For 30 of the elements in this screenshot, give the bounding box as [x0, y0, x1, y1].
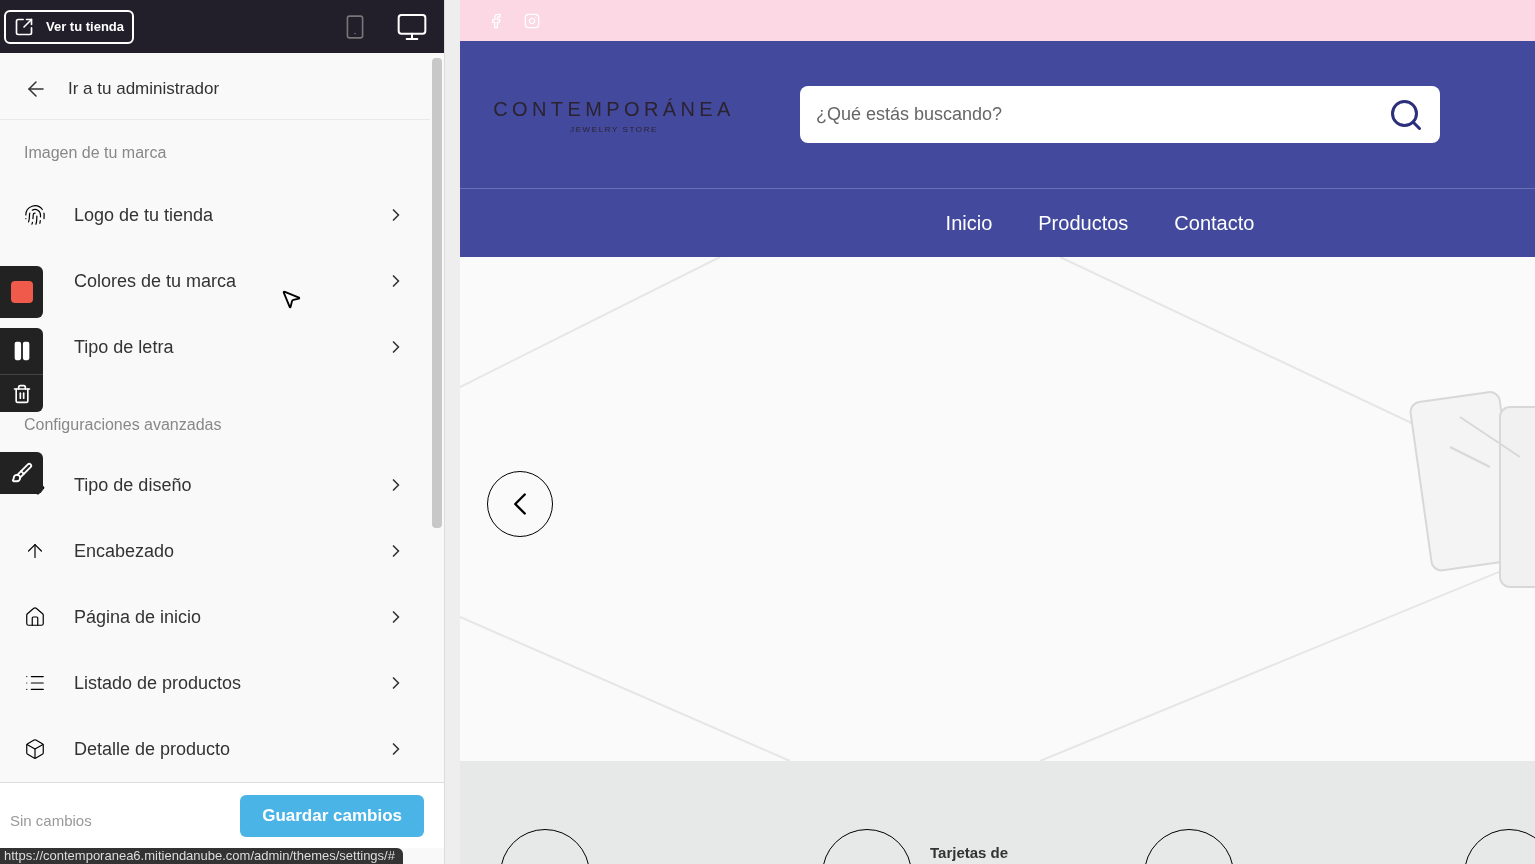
- nav-link[interactable]: Productos: [1038, 208, 1129, 238]
- stop-recording-button[interactable]: [0, 266, 43, 318]
- settings-item[interactable]: Logo de tu tienda: [74, 182, 406, 248]
- trash-icon: [11, 383, 32, 404]
- view-store-button[interactable]: Ver tu tienda: [4, 9, 135, 44]
- section-title: Configuraciones avanzadas: [24, 416, 222, 434]
- section-title: Imagen de tu marca: [24, 144, 167, 162]
- settings-item[interactable]: Tipo de diseño: [74, 452, 406, 518]
- stop-icon: [10, 281, 33, 303]
- settings-item[interactable]: Detalle de producto: [74, 716, 406, 782]
- external-link-icon: [14, 16, 34, 37]
- nav-link[interactable]: Inicio: [945, 208, 993, 238]
- home-icon: [24, 606, 46, 628]
- status-bar-url: https://contemporanea6.mitiendanube.com/admin/themes/settings/#: [0, 848, 403, 864]
- search-input[interactable]: ¿Qué estás buscando?: [816, 101, 1388, 128]
- back-link[interactable]: Ir a tu administrador: [0, 59, 430, 120]
- save-status: Sin cambios: [10, 811, 92, 832]
- search-field[interactable]: ¿Qué estás buscando?: [800, 86, 1440, 143]
- settings-item[interactable]: Tipo de letra: [74, 314, 406, 380]
- fingerprint-icon: [24, 204, 46, 226]
- cursor-icon: [280, 288, 302, 310]
- settings-item[interactable]: Colores de tu marca: [74, 248, 406, 314]
- draw-button[interactable]: [0, 452, 43, 494]
- settings-item[interactable]: Encabezado: [74, 518, 406, 584]
- feature-title: Tarjetas de: [930, 845, 1009, 860]
- nav-link[interactable]: Contacto: [1174, 208, 1255, 238]
- settings-item[interactable]: Página de inicio: [74, 584, 406, 650]
- brush-icon: [10, 462, 33, 484]
- box-icon: [24, 738, 46, 760]
- settings-item[interactable]: Listado de productos: [74, 650, 406, 716]
